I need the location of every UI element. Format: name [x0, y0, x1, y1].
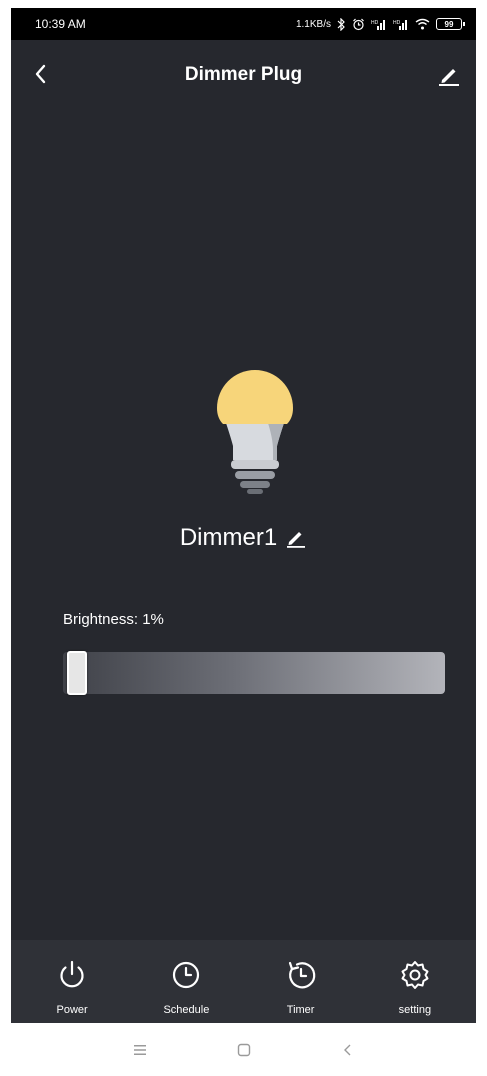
wifi-icon — [415, 18, 430, 30]
back-nav-button[interactable] — [336, 1038, 360, 1062]
chevron-left-icon — [343, 1044, 350, 1055]
page-title: Dimmer Plug — [184, 64, 303, 85]
schedule-tab[interactable]: Schedule — [129, 940, 243, 1023]
timer-tab-label: Timer — [286, 1004, 315, 1016]
battery-level: 99 — [444, 19, 454, 29]
clock-icon — [173, 961, 200, 989]
bottom-action-bar: Power Schedule Timer setting — [11, 940, 476, 1023]
menu-icon — [133, 1044, 146, 1055]
signal-icon: HD — [393, 20, 407, 30]
app-header: Dimmer Plug — [11, 52, 476, 102]
device-name: Dimmer1 — [179, 524, 278, 551]
edit-device-button[interactable] — [436, 62, 462, 88]
status-icons: 1.1KB/s HD HD 99 — [295, 17, 465, 31]
power-tab[interactable]: Power — [15, 940, 129, 1023]
device-name-row: Dimmer1 — [11, 524, 476, 552]
setting-tab-label: setting — [398, 1004, 432, 1016]
system-nav-bar — [11, 1023, 476, 1076]
brightness-label: Brightness: 1% — [63, 611, 164, 628]
alarm-icon — [353, 18, 364, 30]
svg-text:HD: HD — [371, 20, 379, 26]
rename-edit-icon[interactable] — [285, 527, 307, 549]
brightness-slider[interactable] — [63, 651, 445, 695]
square-icon — [237, 1043, 250, 1056]
menu-nav-button[interactable] — [128, 1038, 152, 1062]
status-bar: 10:39 AM 1.1KB/s HD HD 99 — [11, 8, 476, 40]
edit-icon — [439, 69, 459, 86]
setting-tab[interactable]: setting — [358, 940, 472, 1023]
app-screen: 10:39 AM 1.1KB/s HD HD 99 Dimmer Plug Di… — [11, 8, 476, 1023]
brightness-slider-thumb[interactable] — [66, 651, 87, 695]
network-speed: 1.1KB/s — [295, 18, 331, 30]
status-time: 10:39 AM — [35, 17, 86, 31]
power-icon — [60, 960, 84, 988]
phone-frame: 10:39 AM 1.1KB/s HD HD 99 Dimmer Plug Di… — [11, 8, 476, 1076]
signal-icon: HD — [371, 20, 385, 30]
timer-icon — [288, 961, 315, 989]
gear-icon — [401, 961, 429, 989]
battery-icon: 99 — [436, 18, 465, 30]
power-tab-label: Power — [56, 1004, 88, 1016]
svg-text:HD: HD — [393, 20, 401, 26]
home-nav-button[interactable] — [232, 1038, 256, 1062]
timer-tab[interactable]: Timer — [244, 940, 358, 1023]
bluetooth-icon — [337, 17, 345, 31]
bulb-icon[interactable] — [207, 358, 303, 498]
schedule-tab-label: Schedule — [163, 1004, 210, 1016]
